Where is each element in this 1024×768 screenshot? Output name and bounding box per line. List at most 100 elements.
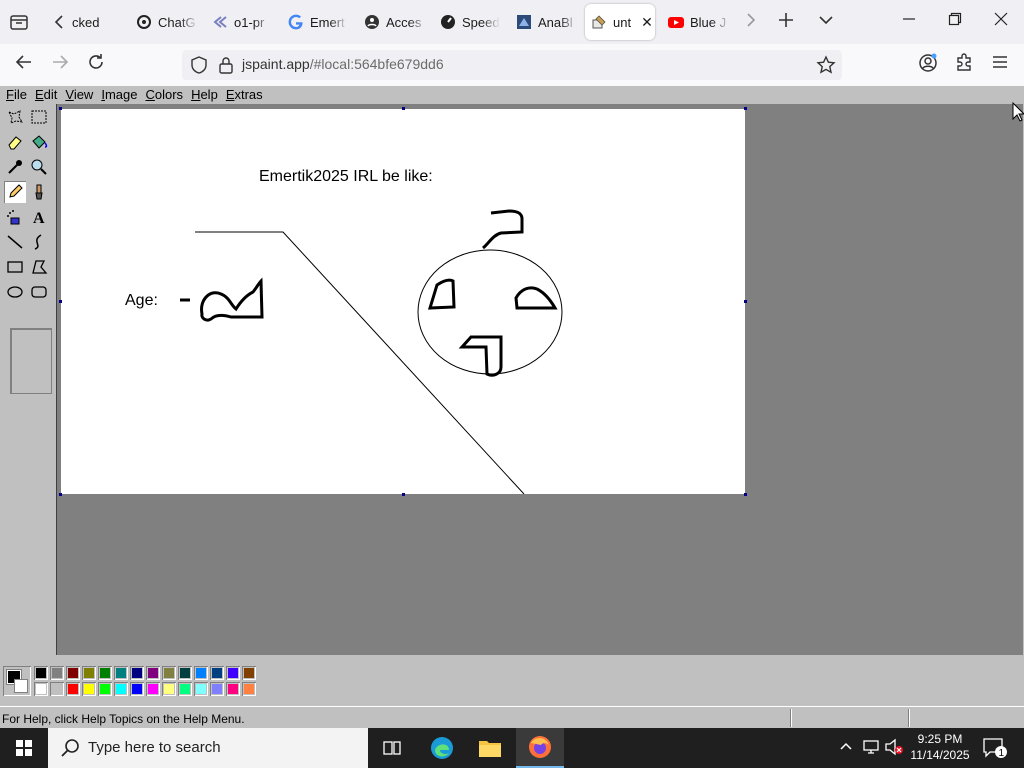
back-icon[interactable] <box>10 52 38 78</box>
resize-handle[interactable] <box>59 493 62 496</box>
resize-handle[interactable] <box>744 300 747 303</box>
color-swatch[interactable] <box>194 682 208 696</box>
color-swatch[interactable] <box>162 666 176 680</box>
eraser-icon[interactable] <box>4 131 26 153</box>
color-swatch[interactable] <box>130 666 144 680</box>
color-swatch[interactable] <box>242 666 256 680</box>
bookmark-star-icon[interactable] <box>816 55 836 78</box>
tab-6[interactable]: AnaBl <box>516 4 578 40</box>
tab-7-active[interactable]: unt ✕ <box>585 4 655 40</box>
color-swatch[interactable] <box>226 666 240 680</box>
color-swatch[interactable] <box>114 666 128 680</box>
text-icon[interactable]: A <box>28 206 50 228</box>
color-swatch[interactable] <box>66 666 80 680</box>
color-swatch[interactable] <box>130 682 144 696</box>
lock-icon[interactable] <box>218 56 234 77</box>
line-icon[interactable] <box>4 231 26 253</box>
tab-2[interactable]: o1-pr <box>212 4 272 40</box>
color-swatch[interactable] <box>210 682 224 696</box>
tab-1[interactable]: ChatG <box>136 4 198 40</box>
color-swatch[interactable] <box>34 666 48 680</box>
resize-handle[interactable] <box>402 493 405 496</box>
close-tab-icon[interactable]: ✕ <box>641 14 653 31</box>
resize-handle[interactable] <box>744 107 747 110</box>
current-colors[interactable] <box>3 666 31 696</box>
color-swatch[interactable] <box>146 682 160 696</box>
tab-0[interactable]: cked <box>72 4 128 40</box>
menu-image[interactable]: Image <box>97 86 141 104</box>
color-swatch[interactable] <box>98 666 112 680</box>
file-explorer-icon[interactable] <box>466 728 514 768</box>
magnifier-icon[interactable] <box>28 156 50 178</box>
tab-list-icon[interactable] <box>8 11 30 33</box>
color-swatch[interactable] <box>210 666 224 680</box>
tool-options-panel[interactable] <box>10 328 52 394</box>
rectangle-select-icon[interactable] <box>28 106 50 128</box>
color-swatch[interactable] <box>114 682 128 696</box>
color-swatch[interactable] <box>34 682 48 696</box>
taskbar-search-box[interactable]: Type here to search <box>48 728 368 768</box>
scroll-tabs-left-icon[interactable] <box>50 12 70 32</box>
menu-view[interactable]: View <box>61 86 97 104</box>
color-swatch[interactable] <box>50 682 64 696</box>
task-view-icon[interactable] <box>368 728 416 768</box>
reload-icon[interactable] <box>82 52 110 78</box>
restore-icon[interactable] <box>932 0 978 44</box>
color-swatch[interactable] <box>146 666 160 680</box>
tab-5[interactable]: Speed <box>440 4 500 40</box>
menu-colors[interactable]: Colors <box>141 86 187 104</box>
brush-icon[interactable] <box>28 181 50 203</box>
resize-handle[interactable] <box>59 300 62 303</box>
start-button[interactable] <box>0 728 48 768</box>
menu-hamburger-icon[interactable] <box>986 52 1014 78</box>
forward-icon[interactable] <box>46 52 74 78</box>
resize-handle[interactable] <box>744 493 747 496</box>
tray-overflow-chevron-icon[interactable] <box>838 738 854 757</box>
tab-8[interactable]: Blue J <box>668 4 730 40</box>
menu-extras[interactable]: Extras <box>222 86 267 104</box>
pencil-icon[interactable] <box>4 181 26 203</box>
fill-bucket-icon[interactable] <box>28 131 50 153</box>
extensions-icon[interactable] <box>950 52 978 78</box>
color-swatch[interactable] <box>242 682 256 696</box>
airbrush-icon[interactable] <box>4 206 26 228</box>
notifications-icon[interactable]: 1 <box>982 736 1008 763</box>
color-picker-icon[interactable] <box>4 156 26 178</box>
volume-muted-icon[interactable] <box>884 738 904 759</box>
account-icon[interactable] <box>914 52 942 78</box>
free-form-select-icon[interactable] <box>4 106 26 128</box>
color-swatch[interactable] <box>50 666 64 680</box>
drawing-canvas[interactable]: Emertik2025 IRL be like: Age: <box>61 109 745 494</box>
url-bar[interactable]: jspaint.app/#local:564bfe679dd6 <box>182 50 842 80</box>
color-swatch[interactable] <box>82 666 96 680</box>
new-tab-icon[interactable] <box>774 10 798 34</box>
list-all-tabs-icon[interactable] <box>814 10 838 34</box>
color-swatch[interactable] <box>178 666 192 680</box>
close-window-icon[interactable] <box>978 0 1024 44</box>
polygon-icon[interactable] <box>28 256 50 278</box>
rounded-rectangle-icon[interactable] <box>28 281 50 303</box>
edge-browser-icon[interactable] <box>418 728 466 768</box>
color-swatch[interactable] <box>82 682 96 696</box>
menu-edit[interactable]: Edit <box>31 86 61 104</box>
firefox-icon[interactable] <box>516 728 564 768</box>
color-swatch[interactable] <box>162 682 176 696</box>
tracking-shield-icon[interactable] <box>190 56 208 77</box>
resize-handle[interactable] <box>59 107 62 110</box>
curve-icon[interactable] <box>28 231 50 253</box>
ellipse-icon[interactable] <box>4 281 26 303</box>
url-text[interactable]: jspaint.app/#local:564bfe679dd6 <box>242 56 444 72</box>
minimize-icon[interactable] <box>886 0 932 44</box>
tab-4[interactable]: Acces <box>364 4 428 40</box>
tab-3[interactable]: Emert <box>288 4 348 40</box>
menu-file[interactable]: File <box>2 86 31 104</box>
color-swatch[interactable] <box>226 682 240 696</box>
rectangle-icon[interactable] <box>4 256 26 278</box>
network-icon[interactable] <box>862 738 880 759</box>
resize-handle[interactable] <box>402 107 405 110</box>
color-swatch[interactable] <box>194 666 208 680</box>
scroll-tabs-right-icon[interactable] <box>738 10 762 34</box>
taskbar-clock[interactable]: 9:25 PM 11/14/2025 <box>905 731 975 763</box>
color-swatch[interactable] <box>66 682 80 696</box>
color-swatch[interactable] <box>178 682 192 696</box>
